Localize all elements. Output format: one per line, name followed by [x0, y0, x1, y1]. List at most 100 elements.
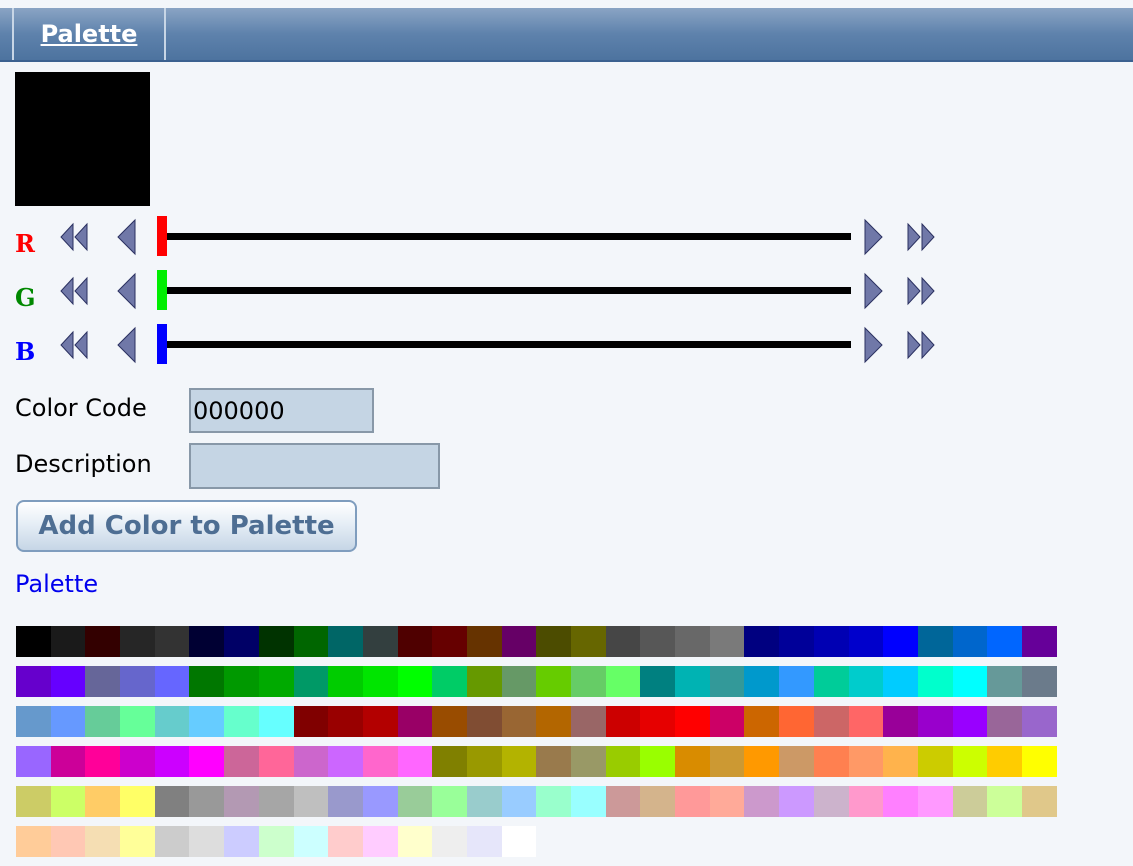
palette-swatch[interactable]	[1021, 626, 1057, 657]
palette-swatch[interactable]	[987, 706, 1022, 737]
palette-swatch[interactable]	[120, 626, 155, 657]
palette-swatch[interactable]	[813, 786, 849, 817]
palette-swatch[interactable]	[85, 626, 121, 657]
palette-swatch[interactable]	[917, 786, 953, 817]
palette-swatch[interactable]	[189, 706, 225, 737]
palette-swatch[interactable]	[605, 666, 641, 697]
b-slider-track[interactable]	[164, 341, 851, 348]
palette-swatch[interactable]	[709, 706, 745, 737]
palette-swatch[interactable]	[293, 746, 329, 777]
palette-swatch[interactable]	[16, 786, 51, 817]
palette-swatch[interactable]	[189, 626, 225, 657]
palette-swatch[interactable]	[154, 746, 190, 777]
palette-swatch[interactable]	[501, 666, 537, 697]
palette-swatch[interactable]	[189, 746, 225, 777]
palette-swatch[interactable]	[952, 706, 988, 737]
palette-swatch[interactable]	[883, 626, 918, 657]
palette-swatch[interactable]	[848, 666, 884, 697]
palette-swatch[interactable]	[432, 706, 467, 737]
palette-swatch[interactable]	[16, 826, 51, 857]
palette-swatch[interactable]	[605, 746, 641, 777]
palette-swatch[interactable]	[501, 706, 537, 737]
palette-swatch[interactable]	[952, 626, 988, 657]
palette-swatch[interactable]	[813, 746, 849, 777]
palette-swatch[interactable]	[16, 746, 51, 777]
palette-swatch[interactable]	[224, 746, 259, 777]
palette-swatch[interactable]	[397, 706, 433, 737]
palette-swatch[interactable]	[16, 626, 51, 657]
palette-swatch[interactable]	[640, 746, 676, 777]
palette-swatch[interactable]	[50, 786, 86, 817]
palette-swatch[interactable]	[258, 826, 294, 857]
palette-swatch[interactable]	[258, 706, 294, 737]
palette-swatch[interactable]	[328, 826, 363, 857]
palette-swatch[interactable]	[258, 786, 294, 817]
palette-swatch[interactable]	[744, 746, 780, 777]
palette-swatch[interactable]	[432, 666, 467, 697]
palette-swatch[interactable]	[883, 746, 918, 777]
palette-swatch[interactable]	[120, 706, 155, 737]
palette-swatch[interactable]	[987, 626, 1022, 657]
g-increase-icon[interactable]	[863, 272, 885, 314]
palette-swatch[interactable]	[85, 666, 121, 697]
palette-swatch[interactable]	[258, 626, 294, 657]
palette-swatch[interactable]	[328, 786, 363, 817]
palette-swatch[interactable]	[154, 666, 190, 697]
palette-swatch[interactable]	[675, 746, 710, 777]
palette-swatch[interactable]	[293, 666, 329, 697]
r-increase-fast-icon[interactable]	[905, 221, 937, 257]
r-slider-handle[interactable]	[157, 216, 167, 256]
palette-swatch[interactable]	[293, 626, 329, 657]
palette-swatch[interactable]	[1021, 746, 1057, 777]
palette-swatch[interactable]	[466, 706, 502, 737]
palette-swatch[interactable]	[50, 826, 86, 857]
palette-swatch[interactable]	[709, 666, 745, 697]
palette-swatch[interactable]	[779, 786, 814, 817]
palette-swatch[interactable]	[779, 706, 814, 737]
palette-swatch[interactable]	[120, 746, 155, 777]
palette-swatch[interactable]	[466, 666, 502, 697]
palette-swatch[interactable]	[848, 746, 884, 777]
palette-swatch[interactable]	[779, 626, 814, 657]
palette-swatch[interactable]	[258, 746, 294, 777]
palette-swatch[interactable]	[362, 626, 398, 657]
palette-swatch[interactable]	[987, 746, 1022, 777]
palette-swatch[interactable]	[813, 626, 849, 657]
palette-swatch[interactable]	[501, 746, 537, 777]
r-increase-icon[interactable]	[863, 218, 885, 260]
r-decrease-fast-icon[interactable]	[58, 221, 90, 257]
palette-swatch[interactable]	[328, 706, 363, 737]
palette-swatch[interactable]	[16, 666, 51, 697]
palette-swatch[interactable]	[50, 746, 86, 777]
g-decrease-icon[interactable]	[115, 272, 137, 314]
palette-swatch[interactable]	[120, 786, 155, 817]
description-input[interactable]	[189, 443, 440, 489]
palette-swatch[interactable]	[779, 746, 814, 777]
palette-swatch[interactable]	[536, 746, 571, 777]
palette-swatch[interactable]	[640, 706, 676, 737]
b-increase-fast-icon[interactable]	[905, 329, 937, 365]
palette-swatch[interactable]	[85, 706, 121, 737]
color-code-input[interactable]	[189, 388, 374, 433]
palette-swatch[interactable]	[675, 706, 710, 737]
palette-swatch[interactable]	[50, 706, 86, 737]
palette-swatch[interactable]	[917, 666, 953, 697]
b-decrease-icon[interactable]	[115, 326, 137, 368]
palette-swatch[interactable]	[571, 666, 606, 697]
palette-swatch[interactable]	[917, 706, 953, 737]
palette-swatch[interactable]	[987, 786, 1022, 817]
palette-swatch[interactable]	[362, 786, 398, 817]
palette-swatch[interactable]	[848, 626, 884, 657]
palette-swatch[interactable]	[432, 826, 467, 857]
palette-swatch[interactable]	[432, 746, 467, 777]
palette-swatch[interactable]	[50, 626, 86, 657]
palette-swatch[interactable]	[397, 746, 433, 777]
palette-swatch[interactable]	[224, 786, 259, 817]
palette-swatch[interactable]	[571, 626, 606, 657]
palette-swatch[interactable]	[605, 786, 641, 817]
palette-swatch[interactable]	[987, 666, 1022, 697]
palette-swatch[interactable]	[709, 626, 745, 657]
palette-swatch[interactable]	[224, 626, 259, 657]
palette-swatch[interactable]	[744, 786, 780, 817]
palette-swatch[interactable]	[362, 666, 398, 697]
